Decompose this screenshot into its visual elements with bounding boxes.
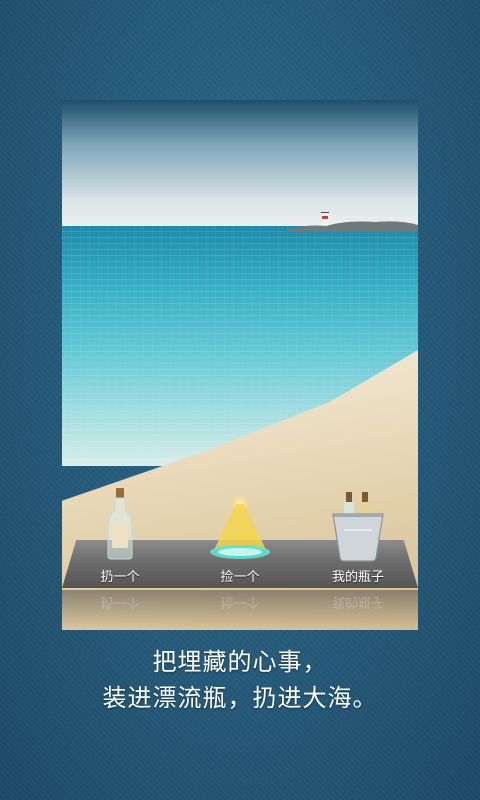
sky: [62, 100, 418, 228]
my-bottles-label: 我的瓶子: [331, 570, 384, 585]
throw-label-reflection: 扔一个: [100, 594, 140, 609]
pick-bottle-button[interactable]: 捡一个 捡一个: [190, 494, 290, 628]
pick-label-reflection: 捡一个: [220, 594, 260, 609]
throw-bottle-button[interactable]: 扔一个 扔一个: [70, 488, 170, 628]
pick-label: 捡一个: [220, 570, 260, 585]
ice-bucket-bottles-icon: [332, 492, 384, 562]
caption-line-2: 装进漂流瓶，扔进大海。: [102, 684, 378, 712]
lighthouse-island-icon: [286, 212, 418, 232]
throw-label: 扔一个: [100, 570, 140, 585]
my-bottles-label-reflection: 我的瓶子: [331, 594, 384, 609]
glowing-light-icon: [210, 494, 270, 559]
caption-line-1: 把埋藏的心事，: [152, 648, 328, 676]
bottle-icon: [107, 488, 133, 560]
my-bottles-button[interactable]: 我的瓶子 我的瓶子: [308, 490, 408, 628]
